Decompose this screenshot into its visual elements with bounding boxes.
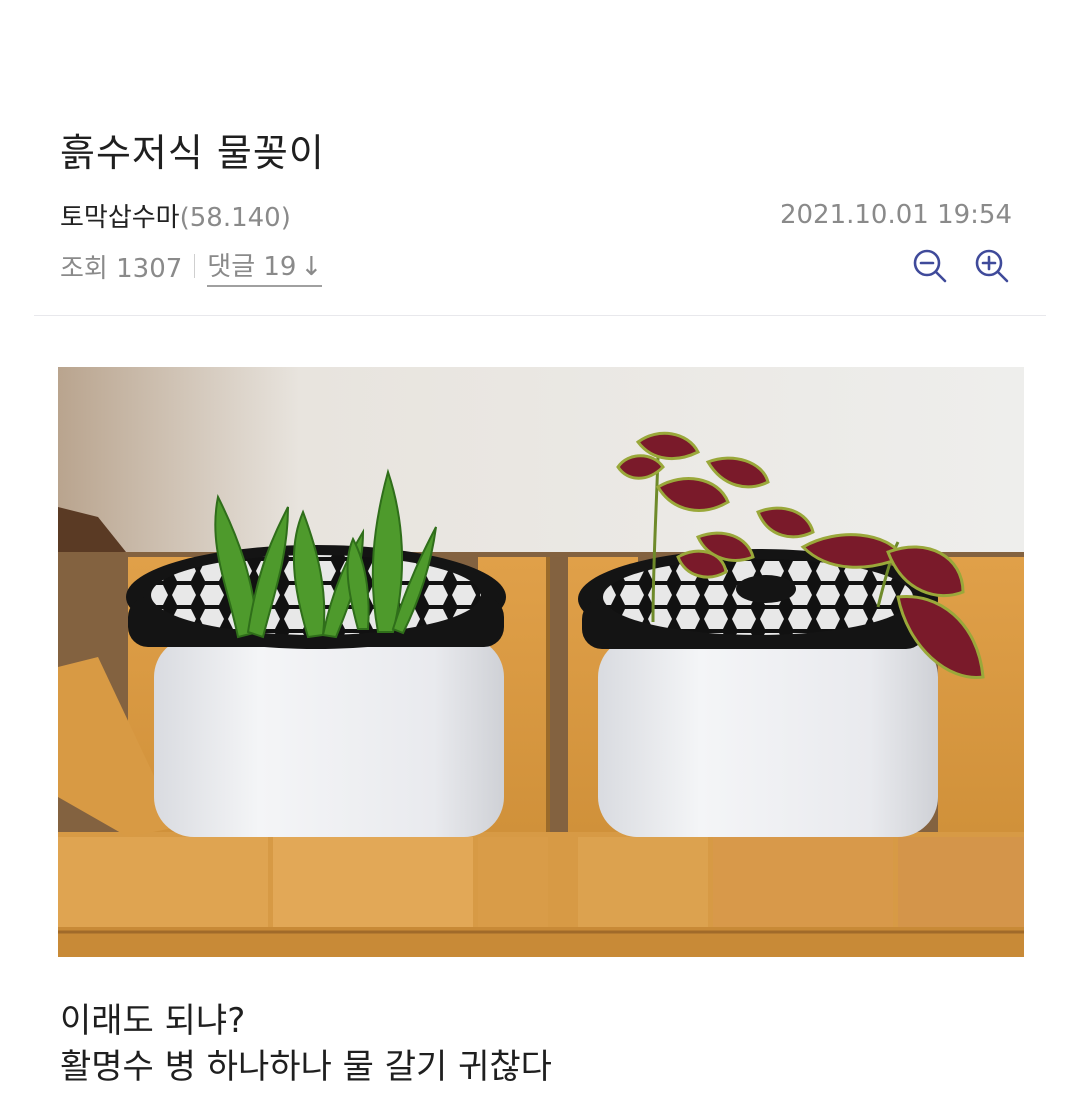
author-block[interactable]: 토막삽수마(58.140) (60, 197, 291, 234)
post-date: 2021.10.01 19:54 (779, 200, 1012, 230)
post-body-line: 이래도 되냐? (60, 1001, 246, 1041)
arrow-down-icon: ↓ (300, 251, 323, 282)
author-name[interactable]: 토막삽수마 (60, 203, 180, 233)
post-meta-author-row: 토막삽수마(58.140) 2021.10.01 19:54 (60, 195, 1012, 235)
zoom-controls (910, 246, 1012, 286)
comment-count: 댓글 19 (207, 251, 297, 282)
view-count: 조회 1307 (60, 253, 183, 284)
zoom-in-icon (975, 249, 1009, 283)
zoom-out-button[interactable] (910, 246, 950, 286)
comment-count-link[interactable]: 댓글 19 ↓ (207, 246, 323, 287)
post-body: 이래도 되냐? 활명수 병 하나하나 물 갈기 귀찮다 (60, 998, 552, 1090)
zoom-out-icon (913, 249, 947, 283)
author-score: (58.140) (179, 202, 291, 233)
zoom-in-button[interactable] (972, 246, 1012, 286)
post-stats: 조회 1307 댓글 19 ↓ (60, 246, 323, 287)
post-body-line: 활명수 병 하나하나 물 갈기 귀찮다 (60, 1047, 552, 1087)
plants-photo (58, 367, 1024, 957)
post-photo[interactable] (58, 367, 1024, 957)
header-divider (34, 315, 1046, 316)
post-meta-stats-row: 조회 1307 댓글 19 ↓ (60, 244, 1012, 288)
stats-separator (194, 254, 196, 278)
post-title: 흙수저식 물꽂이 (60, 131, 325, 175)
